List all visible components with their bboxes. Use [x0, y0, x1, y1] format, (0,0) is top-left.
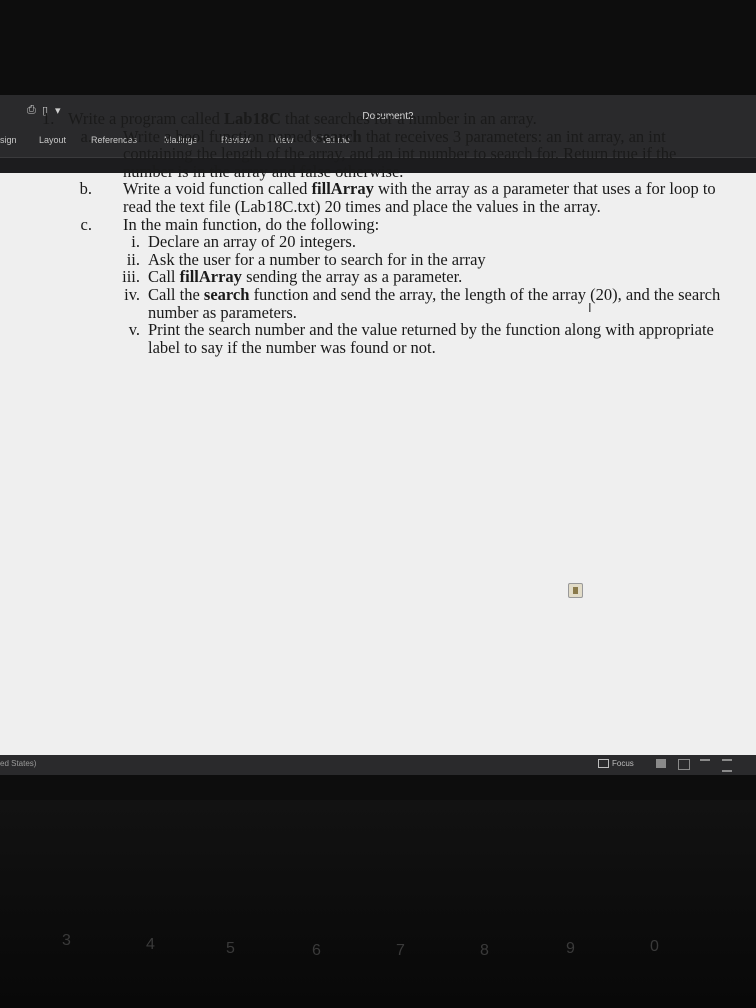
step-text: Ask the user for a number to search for …	[148, 249, 486, 269]
item-text: In the main function, do the following:	[123, 214, 380, 234]
program-name: Lab18C	[224, 109, 281, 128]
print-layout-icon[interactable]	[656, 759, 666, 768]
step-text: Print the search number and the value re…	[148, 320, 714, 357]
step-label: iii.	[122, 267, 140, 287]
item-text: Write a bool function named	[123, 126, 317, 146]
step-text: Call the	[148, 284, 204, 304]
step-i: i. Declare an array of 20 integers.	[42, 233, 722, 251]
step-iv: iv. Call the search function and send th…	[42, 286, 722, 321]
focus-icon	[598, 759, 609, 768]
item-b: b. Write a void function called fillArra…	[42, 180, 722, 215]
focus-button[interactable]: Focus	[598, 759, 634, 768]
item-label: c.	[80, 214, 92, 234]
step-iii: iii. Call fillArray sending the array as…	[42, 268, 722, 286]
step-ii: ii. Ask the user for a number to search …	[42, 249, 722, 269]
key-9: 9	[566, 940, 575, 957]
focus-label: Focus	[612, 759, 634, 768]
key-5: 5	[226, 940, 235, 957]
item-text: Write a void function called	[123, 179, 312, 199]
web-layout-icon[interactable]	[678, 759, 690, 770]
outline-view-icon[interactable]	[700, 759, 710, 770]
text-cursor-icon: I	[588, 300, 592, 315]
item-label: a.	[80, 126, 92, 146]
item-c: c. In the main function, do the followin…	[42, 214, 722, 234]
step-text: sending the array as a parameter.	[241, 267, 463, 287]
item-label: b.	[79, 179, 92, 199]
item-a: a. Write a bool function named search th…	[42, 126, 722, 181]
draft-view-icon[interactable]	[722, 759, 732, 772]
question-number: 1.	[42, 109, 55, 128]
step-text: Call	[148, 267, 180, 287]
question-text-end: that searches for a number in an array.	[280, 109, 537, 128]
key-4: 4	[146, 936, 155, 953]
key-6: 6	[312, 942, 321, 959]
key-8: 8	[480, 942, 489, 959]
step-label: ii.	[126, 249, 140, 269]
status-bar: ed States) Focus	[0, 755, 756, 775]
step-label: v.	[128, 320, 140, 340]
step-v: v. Print the search number and the value…	[42, 321, 722, 356]
key-3: 3	[62, 932, 71, 949]
language-indicator[interactable]: ed States)	[0, 759, 36, 768]
paste-options-icon[interactable]	[568, 583, 583, 598]
step-label: i.	[131, 232, 140, 252]
function-name: search	[203, 284, 250, 304]
question-1: 1. Write a program called Lab18C that se…	[42, 110, 722, 128]
tab-design[interactable]: sign	[0, 135, 17, 145]
key-7: 7	[396, 942, 405, 959]
function-name: fillArray	[311, 179, 374, 199]
function-name: search	[316, 126, 362, 146]
document-content[interactable]: 1. Write a program called Lab18C that se…	[42, 110, 722, 356]
step-text: Declare an array of 20 integers.	[148, 232, 356, 252]
step-label: iv.	[124, 284, 140, 304]
key-0: 0	[650, 938, 659, 955]
function-name: fillArray	[179, 267, 242, 287]
question-text: Write a program called	[68, 109, 225, 128]
laptop-keyboard: 3 4 5 6 7 8 9 0	[0, 800, 756, 1008]
